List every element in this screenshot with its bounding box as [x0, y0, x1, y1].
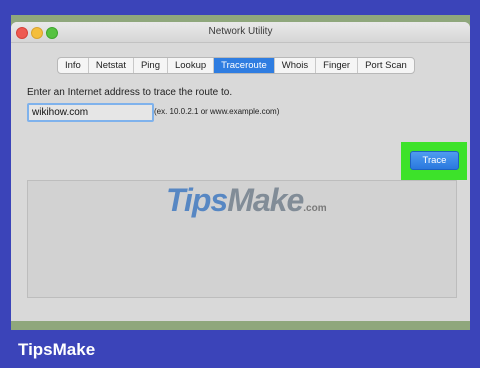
tab-info[interactable]: Info — [58, 58, 89, 73]
network-utility-window: Network Utility Info Netstat Ping Lookup… — [11, 22, 470, 321]
watermark-make: Make — [227, 182, 304, 218]
tab-finger[interactable]: Finger — [316, 58, 359, 73]
tab-lookup[interactable]: Lookup — [168, 58, 215, 73]
trace-button[interactable]: Trace — [410, 151, 459, 170]
tab-traceroute[interactable]: Traceroute — [214, 58, 275, 73]
address-input[interactable]: wikihow.com — [27, 103, 154, 122]
title-bar: Network Utility — [11, 22, 470, 43]
tipsmake-watermark: TipsMake.com — [166, 182, 327, 222]
tab-whois[interactable]: Whois — [275, 58, 317, 73]
window-title: Network Utility — [208, 26, 273, 37]
tab-ping[interactable]: Ping — [134, 58, 168, 73]
watermark-tips: Tips — [166, 182, 228, 218]
brand-label: TipsMake — [18, 340, 96, 359]
address-example-hint: (ex. 10.0.2.1 or www.example.com) — [154, 107, 280, 116]
screenshot-frame: Network Utility Info Netstat Ping Lookup… — [11, 15, 470, 330]
tab-bar: Info Netstat Ping Lookup Traceroute Whoi… — [57, 57, 415, 74]
tab-netstat[interactable]: Netstat — [89, 58, 134, 73]
address-prompt: Enter an Internet address to trace the r… — [27, 87, 233, 98]
tab-port-scan[interactable]: Port Scan — [358, 58, 414, 73]
watermark-suffix: .com — [303, 203, 327, 214]
